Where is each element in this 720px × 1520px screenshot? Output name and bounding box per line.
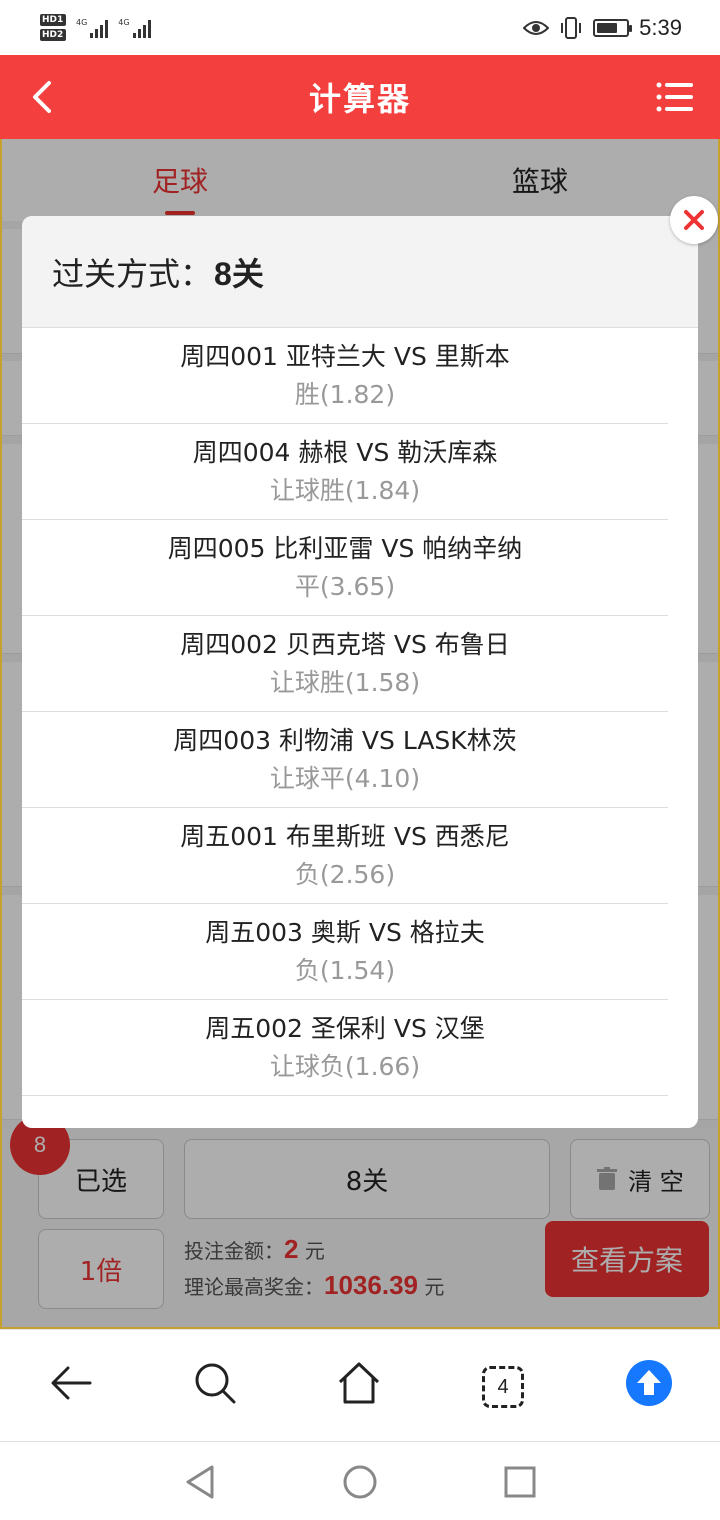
browser-toolbar: 4 <box>0 1329 720 1441</box>
match-teams: 周四004 赫根 VS 勒沃库森 <box>192 437 498 467</box>
match-pick-odds: 平(3.65) <box>294 571 396 601</box>
match-row: 周四001 亚特兰大 VS 里斯本 胜(1.82) <box>22 328 668 424</box>
sim1-label: HD1 <box>40 14 66 26</box>
close-icon <box>684 210 704 230</box>
match-row: 周四005 比利亚雷 VS 帕纳辛纳 平(3.65) <box>22 520 668 616</box>
clock: 5:39 <box>639 14 682 40</box>
home-icon[interactable] <box>334 1358 384 1408</box>
match-pick-odds: 胜(1.82) <box>294 379 396 409</box>
match-pick-odds: 负(1.54) <box>294 955 396 985</box>
sim2-label: HD2 <box>40 29 66 41</box>
tabs-icon[interactable]: 4 <box>482 1366 524 1408</box>
match-pick-odds: 让球胜(1.58) <box>269 667 421 697</box>
vibrate-icon <box>561 16 582 39</box>
match-row: 周五001 布里斯班 VS 西悉尼 负(2.56) <box>22 808 668 904</box>
match-teams: 周五001 布里斯班 VS 西悉尼 <box>180 821 510 851</box>
back-arrow-icon[interactable] <box>46 1358 96 1408</box>
match-list: 周四001 亚特兰大 VS 里斯本 胜(1.82) 周四004 赫根 VS 勒沃库森… <box>22 328 668 1096</box>
search-icon[interactable] <box>190 1358 240 1408</box>
app-header: 计算器 <box>0 55 720 139</box>
battery-icon <box>593 18 633 37</box>
match-teams: 周四002 贝西克塔 VS 布鲁日 <box>180 629 510 659</box>
network-indicators: HD1 HD2 4G 4G <box>40 14 151 41</box>
tab-count: 4 <box>497 1375 509 1398</box>
modal-header: 过关方式： 8关 <box>22 216 698 328</box>
match-teams: 周五002 圣保利 VS 汉堡 <box>205 1013 485 1043</box>
match-row: 周五003 奥斯 VS 格拉夫 负(1.54) <box>22 904 668 1000</box>
match-pick-odds: 负(2.56) <box>294 859 396 889</box>
status-right: 5:39 <box>523 15 682 41</box>
match-pick-odds: 让球胜(1.84) <box>269 475 421 505</box>
match-teams: 周四003 利物浦 VS LASK林茨 <box>173 725 517 755</box>
match-teams: 周四001 亚特兰大 VS 里斯本 <box>180 341 510 371</box>
status-bar: HD1 HD2 4G 4G 5:39 <box>0 0 720 55</box>
signal-icon: 4G <box>76 18 109 38</box>
upload-icon[interactable] <box>624 1358 674 1408</box>
chevron-left-icon[interactable] <box>22 75 66 119</box>
modal-title-label: 过关方式： <box>52 254 213 293</box>
match-pick-odds: 让球负(1.66) <box>269 1051 421 1081</box>
match-pick-odds: 让球平(4.10) <box>269 763 421 793</box>
page-title: 计算器 <box>308 80 411 118</box>
nav-home-icon[interactable] <box>340 1462 380 1502</box>
pass-mode-modal: 过关方式： 8关 周四001 亚特兰大 VS 里斯本 胜(1.82) 周四004 赫… <box>22 216 698 1128</box>
match-row: 周四002 贝西克塔 VS 布鲁日 让球胜(1.58) <box>22 616 668 712</box>
match-row: 周四003 利物浦 VS LASK林茨 让球平(4.10) <box>22 712 668 808</box>
match-teams: 周五003 奥斯 VS 格拉夫 <box>205 917 485 947</box>
system-nav-bar <box>0 1441 720 1520</box>
close-button[interactable] <box>670 196 718 244</box>
nav-back-icon[interactable] <box>180 1462 220 1502</box>
match-row: 周四004 赫根 VS 勒沃库森 让球胜(1.84) <box>22 424 668 520</box>
list-menu-icon[interactable] <box>656 79 694 115</box>
nav-recents-icon[interactable] <box>500 1462 540 1502</box>
signal-icon: 4G <box>118 18 151 38</box>
match-teams: 周四005 比利亚雷 VS 帕纳辛纳 <box>167 533 523 563</box>
eye-icon <box>523 20 550 35</box>
sim-labels: HD1 HD2 <box>40 14 66 41</box>
modal-title-value: 8关 <box>214 255 264 292</box>
match-row: 周五002 圣保利 VS 汉堡 让球负(1.66) <box>22 1000 668 1096</box>
